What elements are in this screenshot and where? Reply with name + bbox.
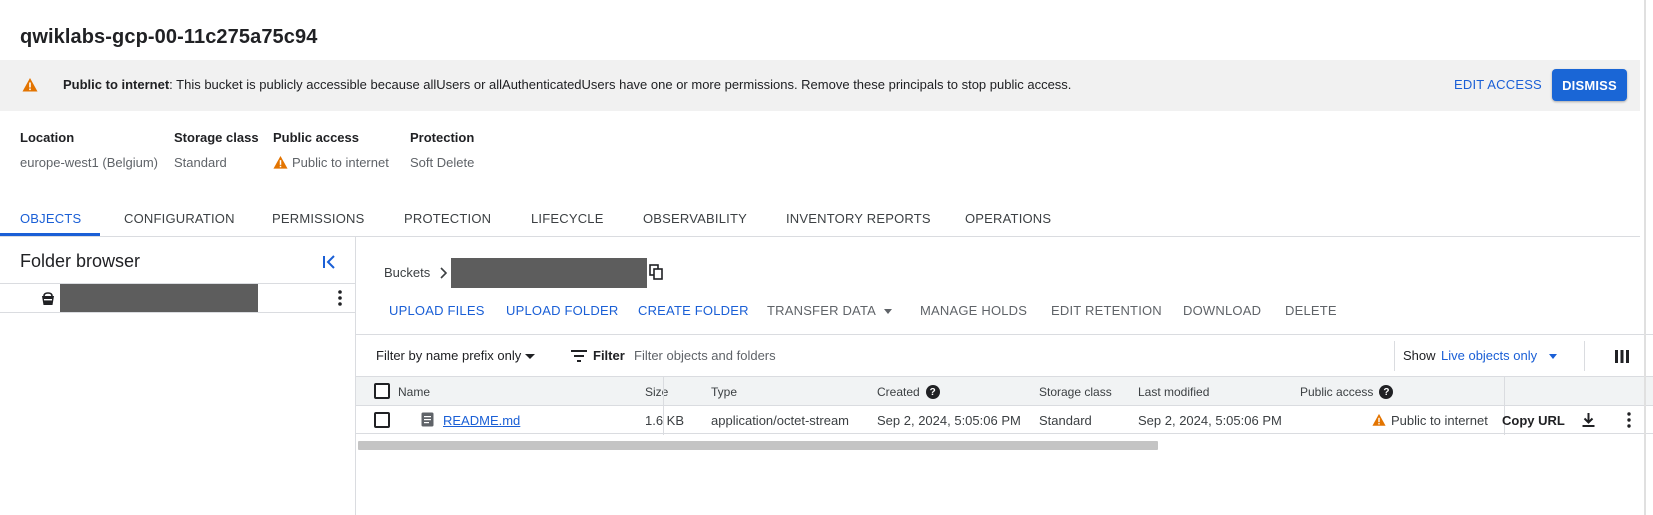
table-row[interactable]: README.md 1.6 KB application/octet-strea… (356, 406, 1653, 434)
filter-prefix-dropdown[interactable]: Filter by name prefix only (376, 348, 521, 363)
object-storage-class: Standard (1039, 413, 1092, 428)
meta-value: Standard (174, 155, 227, 170)
transfer-data-button[interactable]: TRANSFER DATA (767, 303, 893, 318)
copy-icon[interactable] (649, 264, 663, 280)
dismiss-button[interactable]: DISMISS (1552, 69, 1627, 101)
tab-bar: OBJECTS CONFIGURATION PERMISSIONS PROTEC… (0, 200, 1640, 237)
tab-protection[interactable]: PROTECTION (404, 211, 491, 226)
filter-input[interactable] (634, 341, 1134, 369)
tab-operations[interactable]: OPERATIONS (965, 211, 1051, 226)
more-vert-icon[interactable] (336, 289, 344, 307)
caret-down-icon[interactable] (1549, 354, 1557, 359)
tab-inventory-reports[interactable]: INVENTORY REPORTS (786, 211, 931, 226)
column-header-last-modified[interactable]: Last modified (1138, 385, 1209, 399)
warning-icon (1372, 413, 1386, 426)
warning-icon (22, 78, 38, 92)
page-edge (1644, 0, 1646, 515)
page-title: qwiklabs-gcp-00-11c275a75c94 (20, 26, 318, 48)
horizontal-scrollbar[interactable] (358, 441, 1158, 450)
caret-down-icon[interactable] (525, 354, 535, 359)
object-name-link[interactable]: README.md (443, 413, 520, 428)
download-button[interactable]: DOWNLOAD (1183, 303, 1261, 318)
object-last-modified: Sep 2, 2024, 5:05:06 PM (1138, 413, 1282, 428)
redacted-bucket-name (60, 284, 258, 312)
folder-browser-title: Folder browser (20, 251, 141, 271)
manage-holds-button[interactable]: MANAGE HOLDS (920, 303, 1027, 318)
meta-value: europe-west1 (Belgium) (20, 155, 159, 170)
tab-observability[interactable]: OBSERVABILITY (643, 211, 747, 226)
upload-files-button[interactable]: UPLOAD FILES (389, 303, 485, 318)
column-header-type[interactable]: Type (711, 385, 737, 399)
column-display-icon[interactable] (1615, 350, 1629, 363)
active-tab-indicator (0, 233, 100, 236)
object-size: 1.6 KB (645, 413, 685, 428)
folder-browser-panel: Folder browser (0, 237, 356, 515)
meta-value: Soft Delete (410, 155, 475, 170)
meta-label: Location (20, 130, 75, 145)
object-type: application/octet-stream (711, 413, 850, 428)
tab-lifecycle[interactable]: LIFECYCLE (531, 211, 604, 226)
edit-retention-button[interactable]: EDIT RETENTION (1051, 303, 1162, 318)
tab-configuration[interactable]: CONFIGURATION (124, 211, 235, 226)
banner-message: Public to internet: This bucket is publi… (63, 77, 1072, 92)
copy-url-button[interactable]: Copy URL (1502, 413, 1565, 428)
divider (1584, 341, 1585, 371)
meta-label: Protection (410, 130, 475, 145)
object-public-access: Public to internet (1391, 413, 1488, 428)
column-header-name[interactable]: Name (398, 385, 430, 399)
upload-folder-button[interactable]: UPLOAD FOLDER (506, 303, 618, 318)
column-header-storage-class[interactable]: Storage class (1039, 385, 1112, 399)
tab-permissions[interactable]: PERMISSIONS (272, 211, 365, 226)
public-access-banner: Public to internet: This bucket is publi… (0, 60, 1640, 111)
objects-table-header: Name Size Type Created? Storage class La… (356, 376, 1653, 435)
meta-storage-class: Storage class Standard (174, 130, 259, 170)
show-label: Show (1403, 348, 1436, 363)
column-header-public-access[interactable]: Public access? (1300, 385, 1394, 399)
edit-access-button[interactable]: EDIT ACCESS (1454, 77, 1542, 92)
file-icon (421, 412, 434, 427)
create-folder-button[interactable]: CREATE FOLDER (638, 303, 749, 318)
chevron-right-icon (440, 267, 448, 279)
filter-label: Filter (593, 348, 625, 363)
meta-location: Location europe-west1 (Belgium) (20, 130, 158, 170)
column-header-created[interactable]: Created? (877, 385, 940, 399)
caret-down-icon (884, 309, 893, 315)
redacted-bucket-breadcrumb (451, 258, 647, 288)
filter-bar: Filter by name prefix only Filter Show L… (356, 334, 1653, 376)
divider (1394, 341, 1395, 371)
meta-label: Storage class (174, 130, 259, 145)
warning-icon (273, 155, 288, 169)
row-checkbox[interactable] (374, 412, 390, 428)
tab-objects[interactable]: OBJECTS (20, 211, 81, 226)
column-header-size[interactable]: Size (645, 385, 668, 399)
download-icon[interactable] (1582, 412, 1595, 428)
help-icon[interactable]: ? (925, 385, 940, 399)
meta-protection: Protection Soft Delete (410, 130, 474, 170)
bucket-icon (42, 292, 54, 305)
folder-tree-bucket-row[interactable] (0, 283, 356, 313)
meta-public-access: Public access Public to internet (273, 130, 389, 170)
delete-button[interactable]: DELETE (1285, 303, 1337, 318)
meta-label: Public access (273, 130, 359, 145)
object-created: Sep 2, 2024, 5:05:06 PM (877, 413, 1021, 428)
collapse-panel-icon[interactable] (320, 253, 338, 271)
breadcrumb-buckets[interactable]: Buckets (384, 265, 430, 280)
help-icon[interactable]: ? (1379, 385, 1394, 399)
meta-value: Public to internet (273, 155, 389, 170)
show-objects-dropdown[interactable]: Live objects only (1441, 348, 1537, 363)
more-vert-icon[interactable] (1626, 411, 1632, 429)
filter-icon (571, 350, 587, 362)
select-all-checkbox[interactable] (374, 383, 390, 399)
